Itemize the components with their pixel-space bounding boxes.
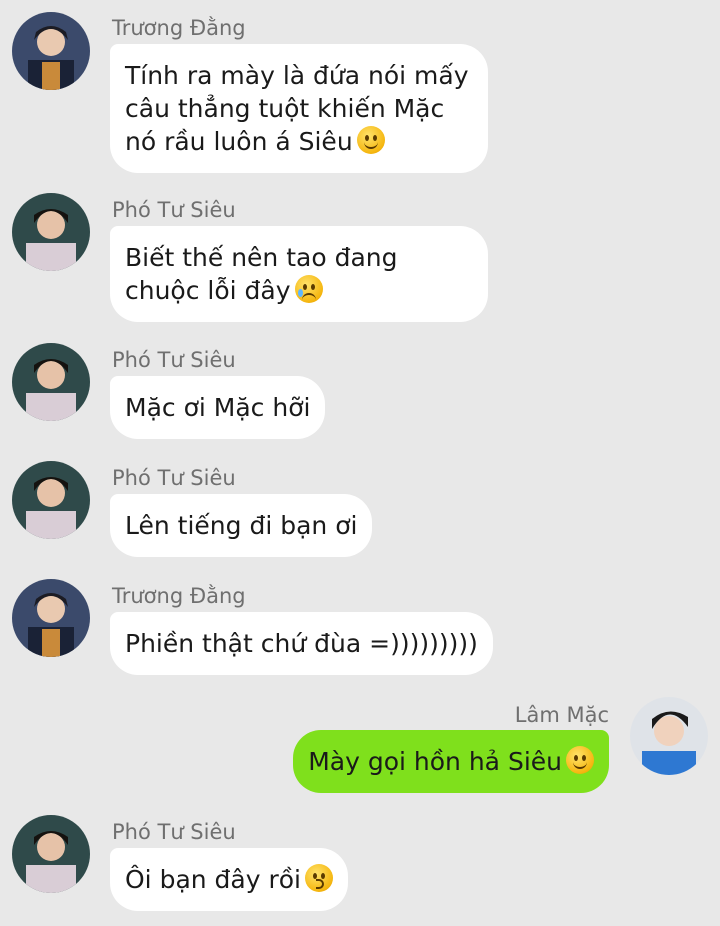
message-bubble[interactable]: Phiền thật chứ đùa =))))))))) <box>110 612 493 675</box>
sender-name: Trương Đằng <box>112 16 246 40</box>
sender-name: Phó Tư Siêu <box>112 466 236 490</box>
sender-name: Phó Tư Siêu <box>112 198 236 222</box>
message-bubble[interactable]: Tính ra mày là đứa nói mấy câu thẳng tuộ… <box>110 44 488 173</box>
slightly-smiling-face-icon <box>566 746 594 774</box>
message-text: Tính ra mày là đứa nói mấy câu thẳng tuộ… <box>125 61 469 156</box>
avatar[interactable] <box>630 697 708 775</box>
message-text: Ôi bạn đây rồi <box>125 865 302 894</box>
avatar[interactable] <box>12 579 90 657</box>
sender-name: Phó Tư Siêu <box>112 820 236 844</box>
message-text: Lên tiếng đi bạn ơi <box>125 511 358 540</box>
sender-name: Phó Tư Siêu <box>112 348 236 372</box>
message-bubble[interactable]: Lên tiếng đi bạn ơi <box>110 494 373 557</box>
kissing-face-icon <box>305 864 334 892</box>
message-text: Biết thế nên tao đang chuộc lỗi đây <box>125 243 398 305</box>
avatar[interactable] <box>12 815 90 893</box>
message-text: Mày gọi hồn hả Siêu <box>308 747 562 776</box>
sender-name: Trương Đằng <box>112 584 246 608</box>
slightly-smiling-face-icon <box>356 126 385 154</box>
avatar[interactable] <box>12 193 90 271</box>
message-bubble[interactable]: Biết thế nên tao đang chuộc lỗi đây <box>110 226 488 322</box>
message-text: Phiền thật chứ đùa =))))))))) <box>125 629 478 658</box>
avatar[interactable] <box>12 12 90 90</box>
message-bubble[interactable]: Mặc ơi Mặc hỡi <box>110 376 326 439</box>
avatar[interactable] <box>12 343 90 421</box>
crying-face-icon <box>294 275 323 303</box>
avatar[interactable] <box>12 461 90 539</box>
message-bubble[interactable]: Ôi bạn đây rồi <box>110 848 349 911</box>
message-bubble[interactable]: Mày gọi hồn hả Siêu <box>293 730 609 793</box>
message-text: Mặc ơi Mặc hỡi <box>125 393 311 422</box>
sender-name: Lâm Mặc <box>514 703 609 727</box>
